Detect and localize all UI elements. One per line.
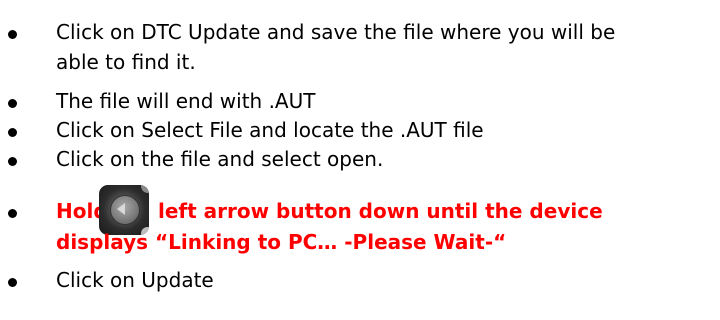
bullet-icon <box>8 99 17 108</box>
list-item-text: The file will end with .AUT <box>56 89 316 113</box>
button-corner-decoration <box>141 185 149 193</box>
bullet-icon <box>8 278 17 287</box>
hold-instruction-text: left arrow button down until the device <box>158 199 603 223</box>
bullet-icon <box>8 30 17 39</box>
bullet-icon <box>8 209 17 218</box>
arrow-left-glyph <box>117 203 125 215</box>
list-item-text: Click on the file and select open. <box>56 147 384 171</box>
list-item-text: Click on DTC Update and save the file wh… <box>56 20 616 44</box>
list-item-text: Click on Select File and locate the .AUT… <box>56 118 484 142</box>
list-item-text-continued: able to find it. <box>56 50 196 74</box>
button-ring <box>110 195 140 225</box>
bullet-icon <box>8 128 17 137</box>
bullet-icon <box>8 157 17 166</box>
list-item-text: Click on Update <box>56 268 214 292</box>
hold-instruction-text-continued: displays “Linking to PC… -Please Wait-“ <box>56 230 507 254</box>
